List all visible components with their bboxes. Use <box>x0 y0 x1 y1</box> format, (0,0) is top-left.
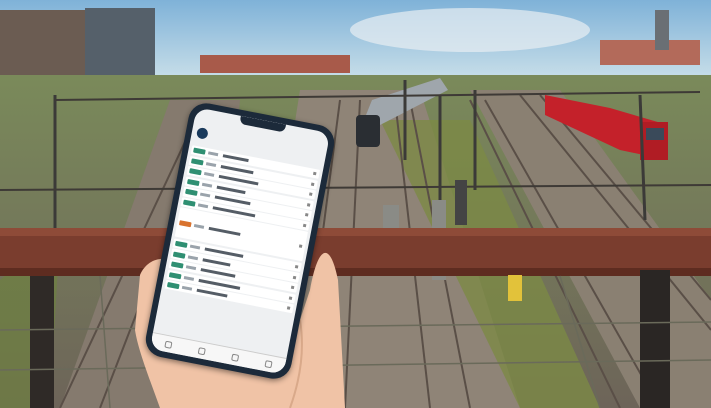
platform-number <box>290 285 295 290</box>
line-badge <box>186 178 200 186</box>
railway-yard-photo <box>0 0 711 408</box>
destination-text <box>222 154 249 163</box>
departure-time <box>197 203 209 209</box>
platform-number <box>292 275 297 279</box>
departure-time <box>205 161 217 167</box>
line-badge <box>182 199 196 207</box>
departure-time <box>199 192 211 198</box>
platform-number <box>294 264 299 269</box>
line-badge <box>191 157 204 166</box>
train-logo-icon <box>195 126 209 140</box>
departure-time <box>189 244 201 250</box>
profile-tab-icon[interactable] <box>264 359 273 368</box>
platform-number <box>308 192 313 197</box>
departure-time <box>187 254 199 260</box>
destination-text <box>196 288 228 298</box>
platform-number <box>304 213 309 217</box>
platform-number <box>312 171 317 176</box>
line-badge <box>193 147 206 155</box>
departure-time <box>193 223 205 229</box>
departure-list <box>164 145 321 315</box>
platform-number <box>286 306 291 311</box>
departure-time <box>203 172 215 178</box>
destination-text <box>202 257 231 267</box>
photo-scene <box>0 0 711 408</box>
line-badge <box>184 189 198 197</box>
platform-number <box>310 182 315 186</box>
destination-text <box>216 185 246 194</box>
platform-number <box>298 244 303 248</box>
home-tab-icon[interactable] <box>163 340 173 349</box>
line-badge <box>178 220 192 228</box>
search-tab-icon[interactable] <box>197 346 206 355</box>
line-badge <box>172 251 186 259</box>
line-badge <box>174 240 188 248</box>
line-badge <box>166 282 180 290</box>
ticket-tab-icon[interactable] <box>230 353 239 362</box>
line-badge <box>170 261 184 269</box>
platform-number <box>306 203 311 207</box>
departure-time <box>201 182 213 188</box>
destination-text <box>208 226 241 236</box>
departure-time <box>185 265 197 271</box>
line-badge <box>168 271 182 280</box>
platform-number <box>302 223 307 228</box>
platform-number <box>288 296 293 300</box>
line-badge <box>188 168 202 176</box>
departure-time <box>207 151 219 157</box>
departure-time <box>183 275 195 281</box>
phone-notch <box>239 115 287 133</box>
departure-time <box>181 286 193 291</box>
